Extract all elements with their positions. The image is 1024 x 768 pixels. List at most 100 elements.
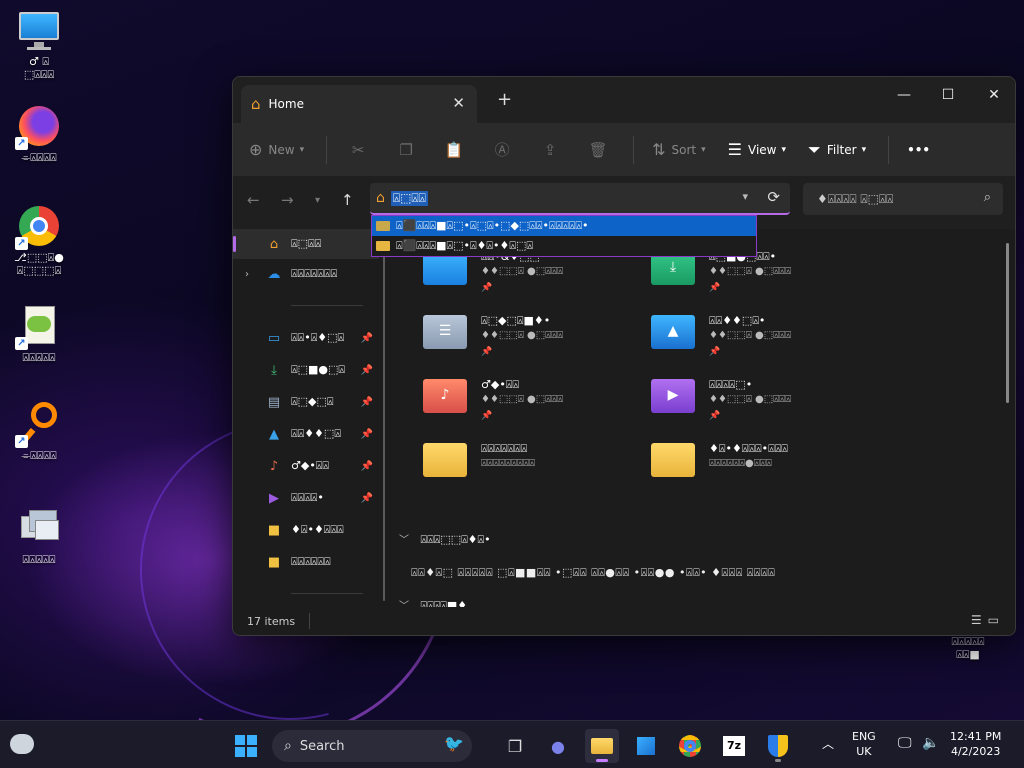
task-view-button[interactable]: ❐ bbox=[498, 729, 532, 763]
plus-circle-icon: ⊕ bbox=[249, 140, 263, 159]
autocomplete-item[interactable]: ⍓⬛⍓⍓⍓■⍓⬚•⍓♦⍓•♦⍓⬚⍓ bbox=[372, 236, 756, 256]
nav-divider bbox=[291, 593, 363, 594]
notepad-plus-icon: ↗ bbox=[15, 304, 61, 350]
videos-folder-icon: ▶ bbox=[651, 379, 695, 413]
security-button[interactable] bbox=[761, 729, 795, 763]
desktop-icon-this-pc[interactable]: ♂ ⍓ ⬚⍓⍓⍓ bbox=[1, 8, 77, 81]
content-scrollbar[interactable] bbox=[1006, 243, 1009, 403]
new-button[interactable]: ⊕ New ▾ bbox=[249, 140, 304, 159]
section-favorites-header[interactable]: ﹀ ⍓⍓⍓⬚⬚⍓♦⍓• bbox=[399, 531, 491, 547]
start-button[interactable] bbox=[229, 729, 263, 763]
tile-name: ♦⍓•♦⍓⍓⍓•⍓⍓⍓ bbox=[709, 442, 788, 455]
maximize-button[interactable]: ☐ bbox=[925, 81, 971, 109]
desktop-icon-notepad-plus[interactable]: ↗ ⍓⍓⍓⍓⍓ bbox=[1, 304, 77, 364]
paste-icon[interactable]: 📋 bbox=[441, 141, 467, 159]
tab-home[interactable]: ⌂ Home ✕ bbox=[241, 85, 477, 123]
cut-icon[interactable]: ✂ bbox=[345, 141, 371, 159]
refresh-icon[interactable]: ⟳ bbox=[767, 188, 780, 206]
address-bar[interactable]: ⌂ ⍓⬚⍓⍓ ▾ ⟳ bbox=[370, 183, 790, 215]
nav-item-music[interactable]: ♪ ♂◆•⍓⍓ 📌 bbox=[233, 451, 379, 481]
store-button[interactable] bbox=[629, 729, 663, 763]
minimize-button[interactable]: — bbox=[881, 81, 927, 109]
sort-button[interactable]: ⇅ Sort ▾ bbox=[652, 140, 706, 159]
nav-item-documents[interactable]: ▤ ⍓⬚◆⬚⍓ 📌 bbox=[233, 387, 379, 417]
new-tab-button[interactable]: + bbox=[497, 89, 512, 110]
quick-access-tile[interactable]: ⍓⍓⍓⍓⍓⍓⍓ ⍓⍓⍓⍓⍓⍓⍓⍓⍓ bbox=[413, 437, 633, 497]
more-options-button[interactable]: ••• bbox=[907, 143, 930, 157]
nav-item-label: ⍓⬚⍓⍓ bbox=[291, 237, 322, 250]
view-list-icon: ☰ bbox=[727, 140, 743, 159]
folder-icon: ■ bbox=[267, 522, 281, 538]
pin-icon: 📌 bbox=[360, 396, 373, 408]
view-toggle-icons[interactable]: ☰▭ bbox=[971, 613, 1005, 627]
status-bar: 17 items ☰▭ bbox=[233, 607, 1015, 635]
quick-access-tile[interactable]: ♦⍓•♦⍓⍓⍓•⍓⍓⍓ ⍓⍓⍓⍓⍓⍓●⍓⍓⍓ bbox=[641, 437, 861, 497]
autocomplete-item[interactable]: ⍓⬛⍓⍓⍓■⍓⬚•⍓⬚⍓•⬚◆⬚⍓⍓•⍓⍓⍓⍓⍓• bbox=[372, 216, 756, 236]
weather-cloud-icon[interactable] bbox=[10, 734, 34, 754]
taskbar-search-box[interactable]: ⌕ Search 🐦 bbox=[272, 730, 472, 762]
copy-icon[interactable]: ❐ bbox=[393, 141, 419, 159]
home-icon: ⌂ bbox=[376, 190, 385, 206]
search-icon: ⌕ bbox=[983, 190, 991, 205]
nav-item-folder[interactable]: ■ ⍓⍓⍓⍓⍓⍓ bbox=[233, 547, 379, 577]
monitor-icon bbox=[17, 8, 61, 52]
chevron-down-icon: ﹀ bbox=[399, 535, 409, 546]
view-button[interactable]: ☰ View ▾ bbox=[728, 140, 786, 159]
desktop-icon-label: ⍓⍓⍓⍓⍓ ⍓⍓■ bbox=[951, 635, 985, 661]
downloads-icon: ⤓ bbox=[271, 362, 277, 378]
7zip-icon: 7z bbox=[723, 736, 745, 756]
pin-icon: 📌 bbox=[360, 332, 373, 344]
nav-item-desktop[interactable]: ▭ ⍓⍓•⍓♦⬚⍓ 📌 bbox=[233, 323, 379, 353]
chrome-taskbar-button[interactable] bbox=[673, 729, 707, 763]
close-tab-icon[interactable]: ✕ bbox=[452, 94, 465, 112]
teams-chat-button[interactable]: ● bbox=[541, 729, 575, 763]
recent-chevron-icon[interactable]: ▾ bbox=[315, 195, 320, 206]
desktop-icon-firefox[interactable]: ↗ ⌯⍓⍓⍓⍓ bbox=[1, 104, 77, 164]
filter-button[interactable]: ⏷ Filter ▾ bbox=[808, 140, 866, 160]
rename-icon[interactable]: Ⓐ bbox=[489, 139, 515, 160]
up-arrow-icon[interactable]: ↑ bbox=[341, 191, 354, 209]
desktop-icon-search-tool[interactable]: ↗ ⌯⍓⍓⍓⍓ bbox=[1, 402, 77, 462]
close-window-button[interactable]: ✕ bbox=[971, 81, 1015, 109]
nav-pane-scrollbar[interactable] bbox=[379, 229, 389, 607]
desktop-icon-chrome[interactable]: ↗ ⎇⬚⬚⍓● ⍓⬚⬚⬚⍓ bbox=[1, 204, 77, 277]
forward-arrow-icon[interactable]: → bbox=[281, 191, 294, 209]
back-arrow-icon[interactable]: ← bbox=[247, 191, 260, 209]
file-explorer-window: ⌂ Home ✕ + — ☐ ✕ ⊕ New ▾ ✂ ❐ 📋 Ⓐ ⇪ 🗑 ⇅ S… bbox=[232, 76, 1016, 636]
language-indicator[interactable]: ENG UK bbox=[852, 729, 876, 759]
search-box[interactable]: ♦⍓⍓⍓⍓ ⍓⬚⍓⍓ ⌕ bbox=[803, 183, 1003, 215]
tile-name: ⍓⍓⍓⍓⬚• bbox=[709, 378, 753, 391]
quick-access-tile[interactable]: ▲ ⍓⍓♦♦⬚⍓• ♦♦⬚⬚⍓ ●⬚⍓⍓⍓ 📌 bbox=[641, 309, 861, 369]
quick-access-tile[interactable]: ▶ ⍓⍓⍓⍓⬚• ♦♦⬚⬚⍓ ●⬚⍓⍓⍓ 📌 bbox=[641, 373, 861, 433]
7zip-button[interactable]: 7z bbox=[717, 729, 751, 763]
videos-icon: ▶ bbox=[269, 490, 279, 506]
share-icon[interactable]: ⇪ bbox=[537, 141, 563, 159]
nav-item-label: ⍓⬚◆⬚⍓ bbox=[291, 395, 334, 408]
clock[interactable]: 12:41 PM 4/2/2023 bbox=[950, 729, 1001, 759]
nav-item-folder[interactable]: ■ ♦⍓•♦⍓⍓⍓ bbox=[233, 515, 379, 545]
volume-icon[interactable]: 🔈 bbox=[922, 736, 939, 751]
nav-item-home[interactable]: ⌂ ⍓⬚⍓⍓ bbox=[233, 229, 379, 259]
nav-item-downloads[interactable]: ⤓ ⍓⬚■●⬚⍓ 📌 bbox=[233, 355, 379, 385]
pin-icon: 📌 bbox=[481, 283, 493, 293]
chevron-down-icon: ▾ bbox=[861, 144, 867, 155]
chevron-down-icon[interactable]: ▾ bbox=[742, 190, 748, 203]
folder-icon bbox=[591, 738, 613, 754]
quick-access-tile[interactable]: ♪ ♂◆•⍓⍓ ♦♦⬚⬚⍓ ●⬚⍓⍓⍓ 📌 bbox=[413, 373, 633, 433]
nav-item-videos[interactable]: ▶ ⍓⍓⍓⍓• 📌 bbox=[233, 483, 379, 513]
desktop-icon-recycle-bin[interactable]: ⍓⍓⍓⍓⍓ ⍓⍓■ bbox=[930, 632, 1006, 661]
nav-item-onedrive[interactable]: › ☁ ⍓⍓⍓⍓⍓⍓⍓ bbox=[233, 259, 379, 289]
quick-access-tile[interactable]: ☰ ⍓⬚◆⬚⍓■♦• ♦♦⬚⬚⍓ ●⬚⍓⍓⍓ 📌 bbox=[413, 309, 633, 369]
tile-name: ♂◆•⍓⍓ bbox=[481, 378, 520, 391]
nav-item-pictures[interactable]: ▲ ⍓⍓♦♦⬚⍓ 📌 bbox=[233, 419, 379, 449]
show-hidden-icons-chevron[interactable]: ︿ bbox=[822, 737, 834, 752]
desktop-icon-remote-desktop[interactable]: ⍓⍓⍓⍓⍓ bbox=[1, 506, 77, 566]
desktop-icon-label: ⎇⬚⬚⍓● ⍓⬚⬚⬚⍓ bbox=[14, 251, 64, 277]
address-input-text[interactable]: ⍓⬚⍓⍓ bbox=[390, 190, 428, 206]
network-icon[interactable]: 🖵 bbox=[898, 736, 912, 751]
pin-icon: 📌 bbox=[481, 411, 493, 421]
delete-icon[interactable]: 🗑 bbox=[585, 141, 611, 159]
language-region: UK bbox=[856, 745, 872, 758]
file-explorer-taskbar-button[interactable] bbox=[585, 729, 619, 763]
search-input[interactable]: ♦⍓⍓⍓⍓ ⍓⬚⍓⍓ bbox=[817, 192, 893, 207]
